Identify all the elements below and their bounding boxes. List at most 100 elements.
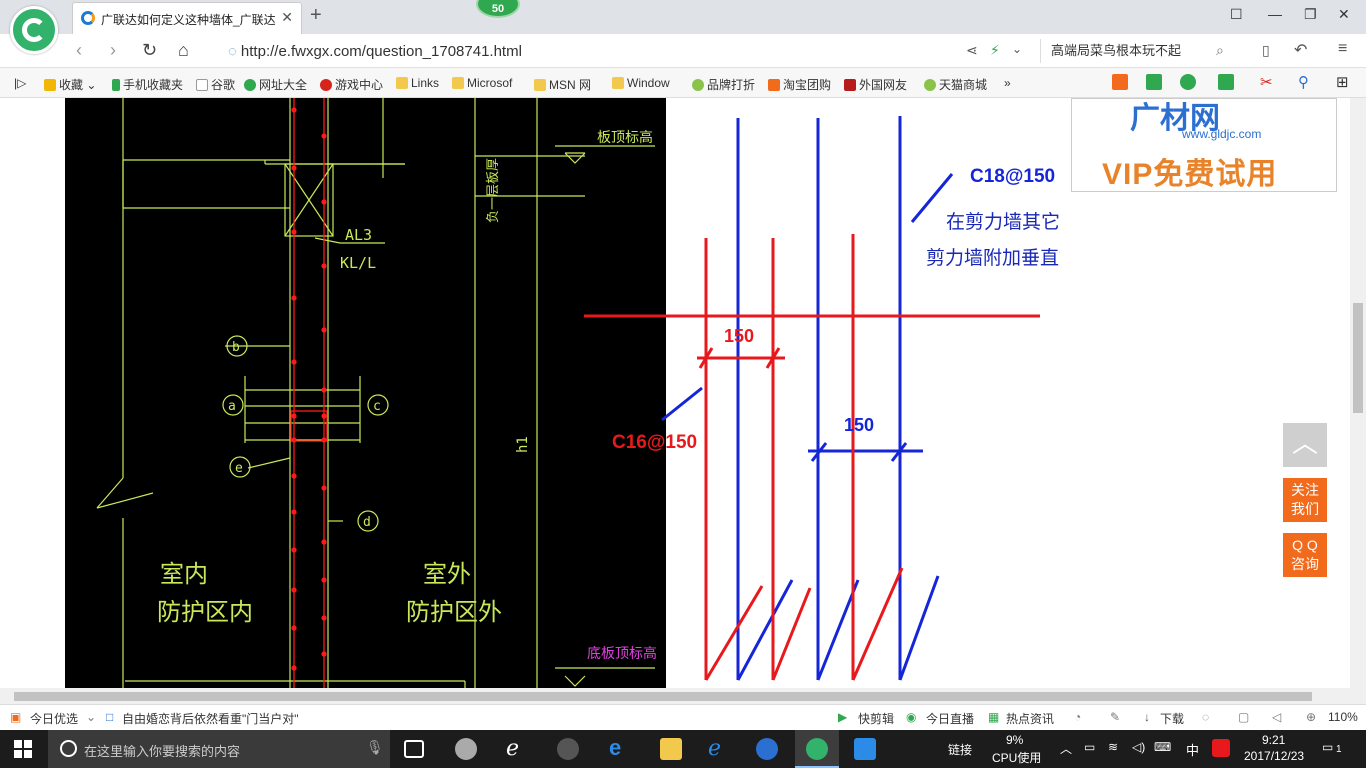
magnifier-icon[interactable]: ⚲ (1298, 73, 1309, 91)
task-view-icon[interactable] (404, 740, 424, 758)
scissors-icon[interactable]: ✂ (1260, 73, 1273, 91)
download-link[interactable]: 下载 (1160, 710, 1184, 727)
chevron-down-icon[interactable]: ⌄ (86, 710, 96, 724)
sogou-icon[interactable] (1212, 739, 1230, 757)
bookmark-item[interactable]: 网址大全 (244, 76, 307, 93)
bookmark-item[interactable]: 游戏中心 (320, 76, 383, 93)
bookmark-item[interactable]: Microsof (452, 76, 512, 90)
apps-icon[interactable]: ⊞ (1336, 73, 1349, 91)
bookmark-item[interactable]: 淘宝团购 (768, 76, 831, 93)
cad-label-c: c (373, 399, 381, 414)
menu-icon[interactable]: ≡ (1338, 40, 1347, 58)
battery-icon[interactable]: ▭ (1084, 740, 1095, 754)
forward-icon[interactable]: › (110, 40, 116, 61)
window-icon[interactable]: ▢ (1238, 710, 1249, 724)
minimize-icon[interactable]: — (1268, 6, 1282, 22)
notification-icon[interactable]: ▭ (1322, 740, 1333, 754)
home-icon[interactable]: ⌂ (178, 40, 189, 61)
horizontal-scrollbar[interactable] (0, 688, 1366, 704)
notification-badge[interactable]: 50 (476, 0, 520, 18)
reader-icon[interactable] (1146, 74, 1165, 91)
search-icon[interactable]: ⌕ (1216, 42, 1224, 59)
tab-close-icon[interactable]: ✕ (281, 9, 293, 26)
clock-date[interactable]: 2017/12/23 (1244, 749, 1304, 763)
quick-clip-link[interactable]: 快剪辑 (858, 710, 894, 727)
hot-news-link[interactable]: 热点资讯 (1006, 710, 1054, 727)
pin-icon[interactable]: ✎ (1110, 710, 1120, 724)
chevron-up-icon[interactable]: ︿ (1060, 740, 1072, 757)
close-window-icon[interactable]: ✕ (1338, 6, 1350, 23)
bookmark-item[interactable]: 手机收藏夹 (112, 76, 183, 93)
translate-icon[interactable] (1218, 74, 1237, 91)
rebar-sketch: C18@150 C16@150 150 150 在剪力墙其它钢筋中输入 剪力墙附… (584, 116, 1060, 681)
undo-icon[interactable]: ↶ (1294, 40, 1307, 60)
keyboard-icon[interactable]: ⌨ (1154, 740, 1171, 754)
news-headline[interactable]: 自由婚恋背后依然看重"门当户对" (122, 710, 299, 727)
download-icon[interactable]: ↓ (1144, 710, 1150, 724)
app-icon[interactable] (854, 738, 876, 760)
ime-indicator[interactable]: 中 (1186, 740, 1199, 759)
ad-banner[interactable]: 广材网 www.gldjc.com VIP免费试用 (1071, 98, 1337, 192)
follow-us-button[interactable]: 关注 我们 (1283, 478, 1327, 522)
skin-icon[interactable]: ☐ (1230, 6, 1243, 23)
restore-icon[interactable]: ❐ (1304, 6, 1317, 23)
bookmark-item[interactable]: MSN 网 (534, 76, 591, 93)
new-tab-button[interactable]: + (310, 4, 322, 27)
cad-label-indoor-1: 室内 (160, 560, 208, 588)
ie-icon[interactable]: ℯ (506, 737, 528, 760)
scrollbar-thumb[interactable] (14, 692, 1312, 701)
live-icon: ◉ (906, 710, 917, 724)
back-to-top-button[interactable]: ︿ (1283, 423, 1327, 467)
qq-consult-button[interactable]: Q Q 咨询 (1283, 533, 1327, 577)
shield-icon[interactable] (1180, 74, 1199, 91)
url-field[interactable]: ◌ http://e.fwxgx.com/question_1708741.htm… (228, 43, 522, 60)
speaker-icon[interactable]: ◁ (1272, 710, 1281, 724)
tab-active[interactable]: 广联达如何定义这种墙体_广联达 ✕ (72, 2, 302, 34)
bookmark-item[interactable]: 收藏 ⌄ (44, 76, 96, 93)
live-link[interactable]: 今日直播 (926, 710, 974, 727)
site-info-icon[interactable]: ◌ (228, 43, 237, 60)
wifi-icon[interactable]: ≋ (1108, 740, 1118, 754)
edge-icon[interactable]: e (609, 737, 631, 760)
start-windows-icon[interactable] (14, 740, 32, 758)
bookmark-item[interactable]: 品牌打折 (692, 76, 755, 93)
file-explorer-icon[interactable] (660, 738, 682, 760)
fan-app-icon[interactable] (455, 738, 477, 760)
lightning-icon[interactable]: ⚡ (990, 42, 1000, 59)
more-bookmarks-icon[interactable]: » (1004, 76, 1011, 90)
discount-icon[interactable] (1112, 74, 1131, 91)
phone-icon[interactable]: ▯ (1262, 42, 1270, 59)
accelerate-icon[interactable]: ◔ (1074, 710, 1081, 724)
taskbar-search-input[interactable]: 在这里输入你要搜索的内容 🎙 (48, 730, 390, 768)
glodon-app-icon[interactable] (756, 738, 778, 760)
clock-time[interactable]: 9:21 (1262, 733, 1285, 747)
bookmark-item[interactable]: 天猫商城 (924, 76, 987, 93)
cad-label-slab-thick: 负一层板厚 (486, 158, 501, 223)
bookmark-item[interactable]: 外国网友 (844, 76, 907, 93)
volume-icon[interactable]: ◁) (1132, 740, 1145, 754)
refresh-icon[interactable]: ↻ (142, 40, 157, 61)
vertical-scrollbar[interactable] (1350, 98, 1366, 688)
zoom-icon[interactable]: ⊕ (1306, 710, 1316, 724)
microphone-icon[interactable]: 🎙 (366, 739, 384, 756)
chevron-down-icon[interactable]: ⌄ (1012, 42, 1022, 56)
cad-label-a: a (228, 399, 236, 414)
bookmark-item[interactable]: Window (612, 76, 670, 90)
sidebar-toggle-icon[interactable]: |▷ (14, 76, 26, 90)
clean-icon[interactable]: ◌ (1202, 710, 1209, 724)
settings-app-icon[interactable] (557, 738, 579, 760)
links-toolbar[interactable]: 链接 (948, 741, 972, 758)
internet-explorer-icon[interactable]: ℯ (708, 737, 730, 760)
share-icon[interactable]: ⋖ (966, 42, 978, 59)
browser-logo-icon[interactable] (10, 6, 58, 54)
address-bar: ‹ › ↻ ⌂ ◌ http://e.fwxgx.com/question_170… (0, 34, 1366, 68)
scrollbar-thumb[interactable] (1353, 303, 1363, 413)
search-input[interactable]: 高端局菜鸟根本玩不起 (1040, 39, 1245, 63)
back-icon[interactable]: ‹ (76, 40, 82, 61)
ad-vip-text: VIP免费试用 (1102, 158, 1278, 191)
browser-taskbar-button[interactable] (795, 730, 839, 768)
today-picks[interactable]: 今日优选 (30, 710, 78, 727)
zoom-level[interactable]: 110% (1328, 710, 1358, 724)
bookmark-item[interactable]: Links (396, 76, 439, 90)
bookmark-item[interactable]: 谷歌 (196, 76, 235, 93)
